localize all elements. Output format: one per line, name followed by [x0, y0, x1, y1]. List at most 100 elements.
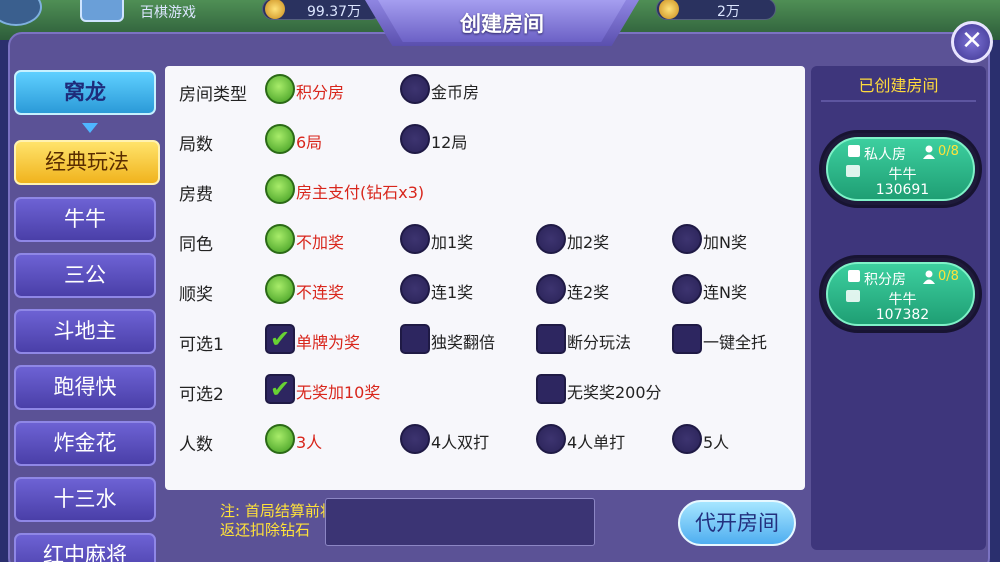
nav-item-shisanshui[interactable]: 十三水 [14, 477, 156, 522]
settings-row: 顺奖 不连奖 连1奖 连2奖 连N奖 [165, 270, 805, 310]
settings-row-label: 局数 [179, 135, 213, 155]
checkbox[interactable]: ✔ [265, 374, 295, 404]
checkbox[interactable]: ✔ [265, 324, 295, 354]
close-button[interactable]: ✕ [951, 21, 993, 63]
radio-button[interactable] [265, 224, 295, 254]
radio-button[interactable] [265, 424, 295, 454]
settings-row-label: 可选1 [179, 335, 224, 355]
nav-item-paodekuai[interactable]: 跑得快 [14, 365, 156, 410]
radio-button[interactable] [400, 224, 430, 254]
option-label: 断分玩法 [567, 333, 632, 352]
settings-row: 可选2 ✔ 无奖加10奖 无奖奖200分 [165, 370, 805, 410]
radio-button[interactable] [536, 424, 566, 454]
radio-button[interactable] [672, 424, 702, 454]
room-id: 107382 [875, 307, 930, 323]
user-icon [923, 145, 935, 159]
room-game: 牛牛 [888, 292, 917, 308]
option-label: 连N奖 [703, 283, 747, 302]
radio-button[interactable] [265, 274, 295, 304]
option-label: 金币房 [431, 83, 480, 102]
radio-button[interactable] [400, 74, 430, 104]
option-label: 12局 [431, 133, 468, 152]
nav-item-zhajinhua[interactable]: 炸金花 [14, 421, 156, 466]
footer: 注: 首局结算前将 返还扣除钻石 代开房间 [165, 494, 805, 552]
settings-row: 可选1 ✔ 单牌为奖 独奖翻倍 断分玩法 一键全托 [165, 320, 805, 360]
room-name: 积分房 [864, 272, 906, 288]
room-card[interactable]: 私人房 0/8 牛牛 130691 [819, 130, 982, 208]
diamond-box: 2万 [656, 0, 776, 20]
nav-item-hongzhong[interactable]: 红中麻将 [14, 533, 156, 562]
option-label: 4人双打 [431, 433, 490, 452]
settings-row-label: 同色 [179, 235, 213, 255]
option-label: 单牌为奖 [296, 333, 361, 352]
divider [821, 100, 976, 102]
checkbox[interactable] [536, 374, 566, 404]
diamond-icon [659, 0, 679, 19]
radio-button[interactable] [400, 274, 430, 304]
nav-item-sangong[interactable]: 三公 [14, 253, 156, 298]
nav-item-doudizhu[interactable]: 斗地主 [14, 309, 156, 354]
logo-icon [80, 0, 124, 22]
dialog-title: 创建房间 [460, 12, 544, 36]
checkbox[interactable] [672, 324, 702, 354]
option-label: 独奖翻倍 [431, 333, 496, 352]
settings-row: 人数 3人 4人双打 4人单打 5人 [165, 420, 805, 460]
created-rooms-panel: 已创建房间 私人房 0/8 牛牛 130691 积分房 0/8 牛牛 10738… [811, 66, 986, 550]
close-icon: ✕ [961, 26, 983, 56]
checkbox[interactable] [536, 324, 566, 354]
room-card[interactable]: 积分房 0/8 牛牛 107382 [819, 255, 982, 333]
radio-button[interactable] [265, 124, 295, 154]
settings-row-label: 房费 [179, 185, 213, 205]
coin-icon [265, 0, 285, 19]
game-nav: 窝龙 经典玩法 牛牛 三公 斗地主 跑得快 炸金花 十三水 红中麻将 [10, 66, 160, 562]
radio-button[interactable] [265, 74, 295, 104]
settings-row: 房费 房主支付(钻石x3) [165, 170, 805, 210]
radio-button[interactable] [265, 174, 295, 204]
coins-value: 99.37万 [307, 4, 362, 20]
option-label: 加1奖 [431, 233, 474, 252]
created-rooms-title: 已创建房间 [858, 76, 939, 95]
checkbox[interactable] [400, 324, 430, 354]
settings-row-label: 房间类型 [179, 85, 247, 105]
option-label: 房主支付(钻石x3) [296, 183, 425, 202]
room-count: 0/8 [938, 269, 959, 284]
open-room-button[interactable]: 代开房间 [678, 500, 796, 546]
option-label: 无奖加10奖 [296, 383, 381, 402]
note-box [325, 498, 595, 546]
radio-button[interactable] [672, 274, 702, 304]
note-line-1: 注: 首局结算前将 [220, 502, 335, 520]
nav-top-tab[interactable]: 窝龙 [14, 70, 156, 115]
option-label: 不加奖 [296, 233, 345, 252]
nav-item-classic[interactable]: 经典玩法 [14, 140, 160, 185]
option-label: 4人单打 [567, 433, 626, 452]
option-label: 积分房 [296, 83, 345, 102]
room-count: 0/8 [938, 144, 959, 159]
room-id: 130691 [875, 182, 930, 198]
option-label: 不连奖 [296, 283, 345, 302]
room-name: 私人房 [864, 147, 906, 163]
settings-panel: 房间类型 积分房 金币房局数 6局 12局房费 房主支付(钻石x3) 同色 不加奖 加1奖 加2奖… [165, 66, 805, 490]
settings-row-label: 人数 [179, 435, 213, 455]
radio-button[interactable] [400, 124, 430, 154]
settings-row: 房间类型 积分房 金币房 [165, 70, 805, 110]
option-label: 连2奖 [567, 283, 610, 302]
dice-icon [848, 270, 860, 282]
settings-row-label: 顺奖 [179, 285, 213, 305]
radio-button[interactable] [672, 224, 702, 254]
option-label: 3人 [296, 433, 323, 452]
settings-row-label: 可选2 [179, 385, 224, 405]
radio-button[interactable] [536, 274, 566, 304]
nav-item-niuniu[interactable]: 牛牛 [14, 197, 156, 242]
option-label: 6局 [296, 133, 323, 152]
option-label: 加N奖 [703, 233, 747, 252]
option-label: 加2奖 [567, 233, 610, 252]
dice-icon [848, 145, 860, 157]
brand-text: 百棋游戏 [140, 5, 196, 21]
room-game: 牛牛 [888, 167, 917, 183]
note-text: 注: 首局结算前将 返还扣除钻石 [220, 502, 335, 540]
option-label: 无奖奖200分 [567, 383, 662, 402]
radio-button[interactable] [400, 424, 430, 454]
radio-button[interactable] [536, 224, 566, 254]
option-label: 5人 [703, 433, 730, 452]
user-icon [923, 270, 935, 284]
